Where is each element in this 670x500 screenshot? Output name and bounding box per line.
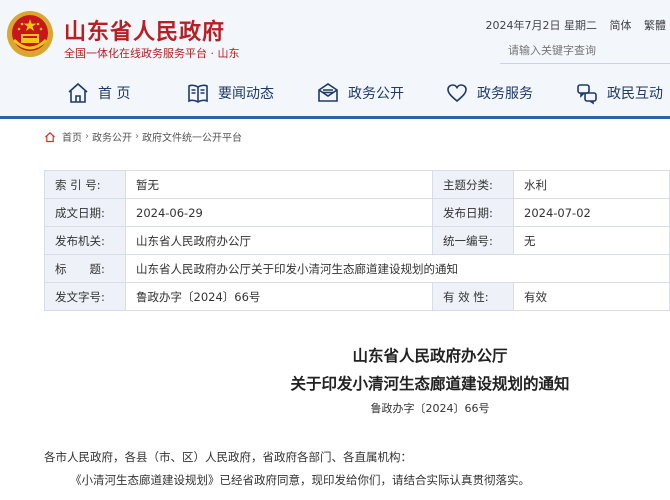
nav-label: 政务服务 — [477, 86, 533, 102]
top-utility-bar: 2024年7月2日 星期二 简体 繁體 — [486, 17, 667, 33]
table-row: 成文日期: 2024-06-29 发布日期: 2024-07-02 — [44, 198, 670, 227]
doc-no-value: 鲁政办字〔2024〕66号 — [125, 282, 433, 311]
nav-item-interaction[interactable]: 政民互动 — [575, 78, 663, 108]
document-body-paragraph: 《小清河生态廊道建设规划》已经省政府同意，现印发给你们，请结合实际认真贯彻落实。 — [70, 473, 530, 487]
document-title: 关于印发小清河生态廊道建设规划的通知 — [290, 375, 570, 393]
title-label: 标 题: — [44, 254, 126, 283]
document-metadata-table: 索 引 号: 暂无 主题分类: 水利 成文日期: 2024-06-29 发布日期… — [44, 170, 670, 311]
document-recipients: 各市人民政府，各县（市、区）人民政府，省政府各部门、各直属机构： — [44, 450, 412, 464]
title-value: 山东省人民政府办公厅关于印发小清河生态廊道建设规划的通知 — [125, 254, 670, 283]
search-input[interactable] — [508, 42, 658, 58]
index-no-value: 暂无 — [125, 170, 433, 199]
validity-label: 有 效 性: — [432, 282, 514, 311]
site-header: 山东省人民政府 全国一体化在线政务服务平台 · 山东 2024年7月2日 星期二… — [0, 0, 670, 118]
category-value: 水利 — [513, 170, 670, 199]
issuer-value: 山东省人民政府办公厅 — [125, 226, 433, 255]
published-date-value: 2024-07-02 — [513, 198, 670, 227]
table-row: 索 引 号: 暂无 主题分类: 水利 — [44, 170, 670, 199]
site-subtitle[interactable]: 全国一体化在线政务服务平台 · 山东 — [64, 45, 240, 61]
breadcrumb-separator: › — [135, 131, 139, 142]
breadcrumb-home[interactable]: 首页 — [62, 129, 82, 144]
breadcrumb-document-platform[interactable]: 政府文件统一公开平台 — [142, 129, 242, 144]
home-icon — [68, 82, 88, 103]
doc-no-label: 发文字号: — [44, 282, 126, 311]
nav-item-public-affairs[interactable]: 政务公开 — [316, 78, 404, 108]
validity-value: 有效 — [513, 282, 670, 311]
table-row: 发布机关: 山东省人民政府办公厅 统一编号: 无 — [44, 226, 670, 255]
interaction-icon — [577, 84, 597, 105]
unified-no-value: 无 — [513, 226, 670, 255]
document-title-issuer: 山东省人民政府办公厅 — [352, 347, 508, 365]
news-icon — [188, 84, 208, 103]
search-underline — [500, 63, 670, 64]
unified-no-label: 统一编号: — [432, 226, 514, 255]
nav-label: 政务公开 — [348, 86, 404, 102]
breadcrumb-public-affairs[interactable]: 政务公开 — [92, 129, 132, 144]
nav-accent-bar — [0, 116, 670, 119]
breadcrumb: 首页 › 政务公开 › 政府文件统一公开平台 — [44, 129, 242, 144]
envelope-icon — [318, 83, 338, 102]
index-no-label: 索 引 号: — [44, 170, 126, 199]
table-row: 发文字号: 鲁政办字〔2024〕66号 有 效 性: 有效 — [44, 282, 670, 311]
site-title[interactable]: 山东省人民政府 — [64, 14, 225, 46]
nav-item-news[interactable]: 要闻动态 — [186, 78, 274, 108]
document-number: 鲁政办字〔2024〕66号 — [370, 402, 490, 415]
national-emblem-icon — [7, 11, 53, 57]
main-nav: 首 页 要闻动态 政务公开 政务服务 政民互动 — [0, 72, 670, 114]
issuer-label: 发布机关: — [44, 226, 126, 255]
simplified-chinese-link[interactable]: 简体 — [610, 19, 632, 32]
created-date-label: 成文日期: — [44, 198, 126, 227]
created-date-value: 2024-06-29 — [125, 198, 433, 227]
nav-label: 首 页 — [98, 86, 131, 102]
heart-icon — [447, 84, 467, 103]
category-label: 主题分类: — [432, 170, 514, 199]
nav-item-services[interactable]: 政务服务 — [445, 78, 533, 108]
breadcrumb-separator: › — [85, 131, 89, 142]
home-icon[interactable] — [44, 131, 56, 143]
nav-item-home[interactable]: 首 页 — [66, 78, 130, 108]
table-row: 标 题: 山东省人民政府办公厅关于印发小清河生态廊道建设规划的通知 — [44, 254, 670, 283]
nav-label: 要闻动态 — [218, 86, 274, 102]
current-date: 2024年7月2日 星期二 — [485, 19, 598, 32]
nav-label: 政民互动 — [607, 86, 663, 102]
traditional-chinese-link[interactable]: 繁體 — [644, 19, 666, 32]
search-box — [500, 38, 670, 64]
published-date-label: 发布日期: — [432, 198, 514, 227]
